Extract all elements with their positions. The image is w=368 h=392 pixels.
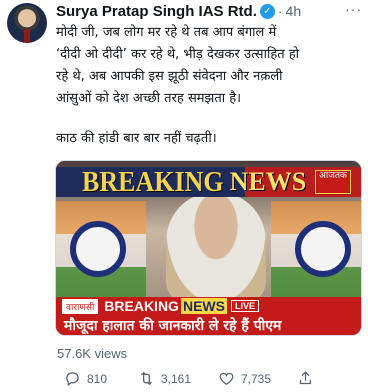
- ticker-live-badge: LIVE: [230, 300, 259, 312]
- ticker-headline: मौजूदा हालात की जानकारी ले रहे हैं पीएम: [56, 315, 361, 335]
- channel-logo: आजतक: [315, 170, 351, 194]
- like-button[interactable]: 7,735: [218, 370, 271, 387]
- retweet-count: 3,161: [161, 371, 192, 386]
- share-icon: [299, 371, 312, 385]
- tweet-text-line: काठ की हांडी बार बार नहीं चढ़ती।: [56, 131, 217, 146]
- banner-breaking-text: BREAKING: [82, 165, 224, 198]
- breaking-banner: BREAKING NEWS आजतक: [56, 165, 361, 198]
- chakra-right: [295, 221, 351, 277]
- reply-icon: [66, 372, 79, 387]
- ticker-breaking: BREAKING: [104, 298, 179, 314]
- ticker-bar: वाराणसी BREAKING NEWS LIVE: [56, 297, 361, 315]
- tweet-text-line: रहे थे, अब आपकी इस झूठी संवेदना और नक़ली: [56, 69, 283, 84]
- tweet-header: Surya Pratap Singh IAS Rtd. ✓ · 4h: [56, 2, 301, 20]
- author-name[interactable]: Surya Pratap Singh IAS Rtd.: [56, 3, 257, 20]
- reply-count: 810: [87, 371, 108, 386]
- avatar[interactable]: [7, 3, 47, 43]
- avatar-tie: [24, 29, 30, 43]
- tweet-media-image[interactable]: BREAKING NEWS आजतक वाराणसी BREAKING NEWS…: [55, 160, 362, 336]
- ticker-news: NEWS: [180, 298, 227, 314]
- like-count: 7,735: [241, 371, 272, 386]
- tweet[interactable]: Surya Pratap Singh IAS Rtd. ✓ · 4h ··· म…: [0, 0, 368, 392]
- separator: ·: [277, 3, 283, 19]
- ticker-location: वाराणसी: [62, 298, 99, 314]
- banner-news-text: NEWS: [229, 167, 307, 196]
- action-bar: 810 3,161 7,735: [56, 370, 362, 390]
- timestamp[interactable]: 4h: [286, 3, 302, 19]
- retweet-icon: [141, 371, 152, 386]
- views-count[interactable]: 57.6K views: [57, 346, 127, 361]
- reply-button[interactable]: 810: [64, 370, 107, 387]
- person-figure: [166, 193, 266, 303]
- chakra-left: [70, 221, 126, 277]
- tweet-text: मोदी जी, जब लोग मर रहे थे तब आप बंगाल मे…: [56, 22, 362, 150]
- retweet-button[interactable]: 3,161: [138, 370, 191, 387]
- tweet-text-line: आंसुओं को देश अच्छी तरह समझता है।: [56, 91, 242, 106]
- tweet-text-line: ‘दीदी ओ दीदी’ कर रहे थे, भीड़ देखकर उत्स…: [56, 47, 300, 62]
- like-icon: [219, 372, 234, 385]
- verified-icon: ✓: [259, 3, 275, 19]
- tweet-text-line: मोदी जी, जब लोग मर रहे थे तब आप बंगाल मे…: [56, 25, 277, 40]
- share-button[interactable]: [297, 370, 314, 387]
- more-icon[interactable]: ···: [345, 1, 362, 17]
